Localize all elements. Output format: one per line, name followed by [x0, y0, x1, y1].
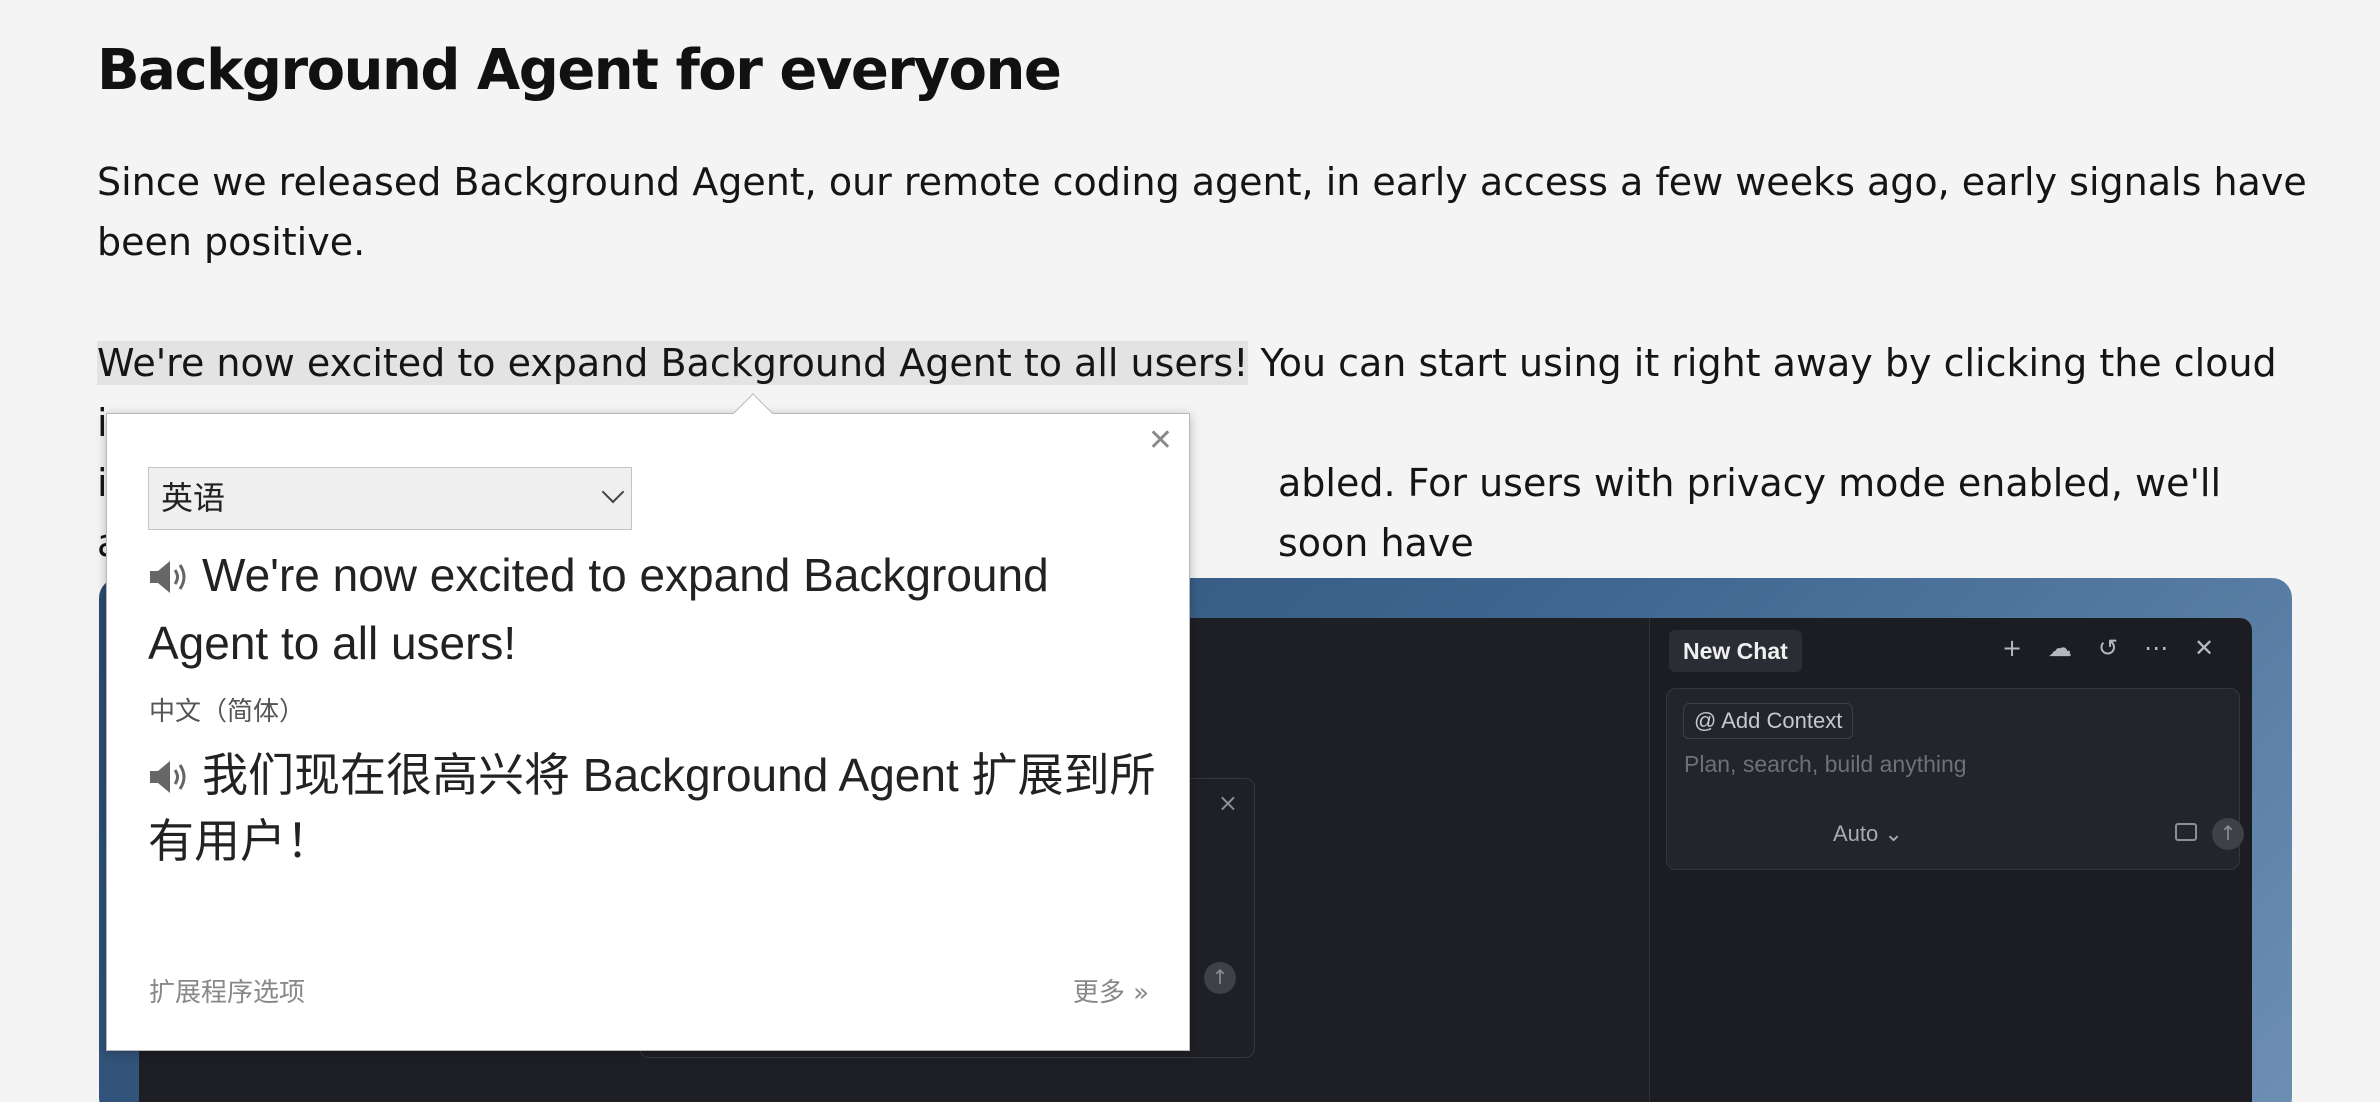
image-icon — [2175, 823, 2197, 841]
speaker-icon[interactable] — [148, 559, 190, 595]
translate-popup: ✕ 英语 We're now excited to expand Backgro… — [106, 393, 1190, 1051]
panel-send-icon: ↑ — [1204, 962, 1236, 994]
new-chat-tab: New Chat — [1669, 630, 1802, 672]
chat-input-box: @ Add Context Plan, search, build anythi… — [1666, 688, 2244, 870]
panel-close-icon: × — [1217, 789, 1238, 817]
speaker-icon[interactable] — [148, 759, 190, 795]
add-context-chip: @ Add Context — [1683, 703, 1854, 739]
more-icon: ⋯ — [2144, 634, 2168, 662]
more-link[interactable]: 更多 » — [1073, 972, 1149, 1009]
plus-icon: + — [2001, 634, 2023, 662]
chat-placeholder: Plan, search, build anything — [1684, 751, 1967, 777]
mode-selector: Auto ⌄ — [1833, 821, 1903, 846]
source-language-value: 英语 — [161, 479, 226, 517]
chat-toolbar: + ☁ ↺ ⋯ ✕ — [1999, 634, 2217, 662]
paragraph-intro: Since we released Background Agent, our … — [97, 160, 2307, 264]
source-text-block: We're now excited to expand Background A… — [148, 541, 1148, 677]
send-icon: ↑ — [2212, 818, 2244, 850]
close-icon[interactable]: ✕ — [1148, 426, 1173, 456]
selected-text[interactable]: We're now excited to expand Background A… — [97, 341, 1249, 385]
history-icon: ↺ — [2097, 634, 2119, 662]
paragraph-line-2-visible: abled. For users with privacy mode enabl… — [1278, 461, 2222, 565]
article-title: Background Agent for everyone — [97, 38, 1062, 103]
pane-divider — [1649, 618, 1650, 1102]
close-icon: ✕ — [2193, 634, 2215, 662]
source-language-select[interactable]: 英语 — [148, 467, 632, 530]
chevron-down-icon — [601, 480, 625, 504]
target-text: 我们现在很高兴将 Background Agent 扩展到所有用户！ — [148, 749, 1156, 867]
target-text-block: 我们现在很高兴将 Background Agent 扩展到所有用户！ — [148, 742, 1168, 874]
source-text: We're now excited to expand Background A… — [148, 549, 1049, 669]
cloud-icon: ☁ — [2048, 634, 2072, 662]
target-language-label: 中文（简体） — [149, 697, 306, 727]
extension-options-link[interactable]: 扩展程序选项 — [149, 972, 305, 1009]
